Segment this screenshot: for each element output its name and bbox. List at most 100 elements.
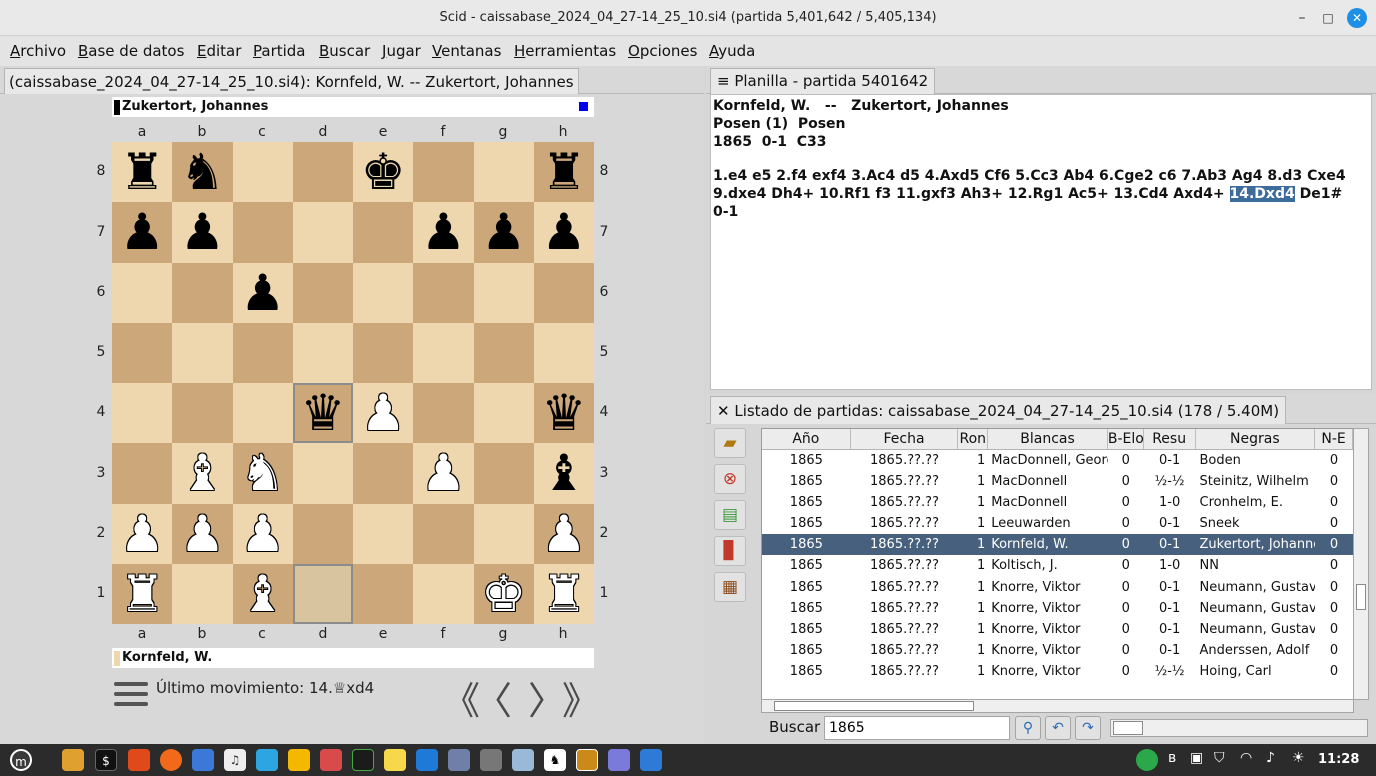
nav-prev-button[interactable]: 〈 (474, 670, 512, 725)
table-row[interactable]: 1865 1865.??.?? 1 MacDonnell 0 ½-½ Steinitz, W… (762, 471, 1353, 492)
moves-text[interactable]: 9.dxe4 Dh4+ 10.Rf1 f3 11.gxf3 Ah3+ 12.Rg… (713, 186, 1230, 202)
square-d6[interactable] (292, 262, 353, 323)
square-g3[interactable] (473, 443, 534, 504)
calculator-icon[interactable] (480, 749, 502, 771)
square-g5[interactable] (473, 322, 534, 383)
col-header-ne[interactable]: N-E (1315, 429, 1353, 449)
brightness-icon[interactable]: ☀ (1292, 750, 1305, 766)
scroll-thumb[interactable] (1356, 584, 1366, 610)
square-e2[interactable] (353, 503, 414, 564)
menu-ayuda[interactable]: Ayuda (709, 42, 755, 60)
square-d1[interactable] (292, 563, 353, 624)
square-e7[interactable] (353, 202, 414, 263)
square-c4[interactable] (232, 383, 293, 444)
notes-icon[interactable] (384, 749, 406, 771)
square-d5[interactable] (292, 322, 353, 383)
square-c6[interactable]: ♟ (232, 262, 293, 323)
square-a6[interactable] (112, 262, 173, 323)
planilla-menu-icon[interactable]: ≡ (717, 72, 734, 90)
col-header-resu[interactable]: Resu (1144, 429, 1196, 449)
square-h3[interactable]: ♝ (533, 443, 594, 504)
square-h5[interactable] (533, 322, 594, 383)
square-c1[interactable]: ♝ (232, 563, 293, 624)
black-piece-g7[interactable]: ♟ (481, 207, 526, 257)
tab-board[interactable]: (caissabase_2024_04_27-14_25_10.si4): Ko… (4, 68, 579, 94)
square-b7[interactable]: ♟ (172, 202, 233, 263)
menu-base-de-datos[interactable]: Base de datos (78, 42, 184, 60)
white-piece-c2[interactable]: ♟ (240, 509, 285, 559)
minimize-button[interactable]: – (1292, 8, 1312, 28)
square-c3[interactable]: ♞ (232, 443, 293, 504)
menu-jugar[interactable]: Jugar (382, 42, 421, 60)
camera-icon[interactable] (448, 749, 470, 771)
square-f8[interactable] (413, 142, 474, 203)
close-button[interactable]: ✕ (1347, 8, 1367, 28)
tab-planilla[interactable]: ≡ Planilla - partida 5401642 (710, 68, 936, 94)
bluetooth-icon[interactable]: ʙ (1168, 750, 1176, 766)
square-e6[interactable] (353, 262, 414, 323)
square-e4[interactable]: ♟ (353, 383, 414, 444)
square-e1[interactable] (353, 563, 414, 624)
table-row[interactable]: 1865 1865.??.?? 1 Knorre, Viktor 0 ½-½ Hoing, … (762, 661, 1353, 682)
table-row[interactable]: 1865 1865.??.?? 1 Kornfeld, W. 0 0-1 Zukertort… (762, 534, 1353, 556)
maximize-button[interactable]: □ (1318, 8, 1338, 28)
slider-thumb[interactable] (1113, 721, 1143, 735)
volume-icon[interactable]: ♪ (1266, 750, 1275, 766)
board-menu-button[interactable] (114, 682, 148, 710)
white-piece-c3[interactable]: ♞ (240, 448, 285, 498)
table-row[interactable]: 1865 1865.??.?? 1 Knorre, Viktor 0 0-1 Neumann… (762, 619, 1353, 640)
square-f5[interactable] (413, 322, 474, 383)
table-row[interactable]: 1865 1865.??.?? 1 MacDonnell 0 1-0 Cronhelm, E… (762, 492, 1353, 513)
nav-end-button[interactable]: 》 (562, 670, 600, 725)
black-piece-h4[interactable]: ♛ (541, 388, 586, 438)
square-c7[interactable] (232, 202, 293, 263)
black-piece-b8[interactable]: ♞ (180, 147, 225, 197)
square-g2[interactable] (473, 503, 534, 564)
square-f4[interactable] (413, 383, 474, 444)
table-row[interactable]: 1865 1865.??.?? 1 MacDonnell, Georg 0 0-1 Bode… (762, 450, 1353, 471)
telegram-icon[interactable] (256, 749, 278, 771)
black-piece-f7[interactable]: ♟ (421, 207, 466, 257)
square-f7[interactable]: ♟ (413, 202, 474, 263)
search-next-button[interactable]: ↷ (1075, 716, 1101, 740)
vertical-scrollbar[interactable] (1353, 428, 1369, 700)
white-piece-a1[interactable]: ♜ (120, 569, 165, 619)
square-b3[interactable]: ♝ (172, 443, 233, 504)
music-icon[interactable]: ♫ (224, 749, 246, 771)
square-b8[interactable]: ♞ (172, 142, 233, 203)
col-header-negras[interactable]: Negras (1196, 429, 1316, 449)
square-f2[interactable] (413, 503, 474, 564)
square-d8[interactable] (292, 142, 353, 203)
square-g8[interactable] (473, 142, 534, 203)
square-c5[interactable] (232, 322, 293, 383)
square-f1[interactable] (413, 563, 474, 624)
layout-button[interactable]: ▤ (714, 500, 746, 530)
square-a2[interactable]: ♟ (112, 503, 173, 564)
game-notation-panel[interactable]: Kornfeld, W. -- Zukertort, Johannes Pose… (710, 94, 1372, 390)
square-a5[interactable] (112, 322, 173, 383)
system-monitor-icon[interactable] (352, 749, 374, 771)
chess-board[interactable]: ♜ ♞ ♚ ♜ ♟ ♟ ♟ ♟ ♟ ♟ ♛ ♟ ♛ ♝ ♞ ♟ ♝ ♟ ♟ ♟ ♟ ♜ ♝ ♚ ♜ (112, 142, 594, 624)
horizontal-scrollbar[interactable] (761, 699, 1354, 713)
square-a3[interactable] (112, 443, 173, 504)
square-h8[interactable]: ♜ (533, 142, 594, 203)
square-d2[interactable] (292, 503, 353, 564)
filter-button[interactable]: ⊗ (714, 464, 746, 494)
square-g7[interactable]: ♟ (473, 202, 534, 263)
menu-archivo[interactable]: Archivo (10, 42, 66, 60)
square-b6[interactable] (172, 262, 233, 323)
clipboard-icon[interactable]: ▣ (1190, 750, 1203, 766)
col-header-ron[interactable]: Ron (958, 429, 989, 449)
table-row[interactable]: 1865 1865.??.?? 1 Knorre, Viktor 0 0-1 Neumann… (762, 598, 1353, 619)
white-piece-g1[interactable]: ♚ (481, 569, 526, 619)
square-g1[interactable]: ♚ (473, 563, 534, 624)
moves-line[interactable]: 9.dxe4 Dh4+ 10.Rf1 f3 11.gxf3 Ah3+ 12.Rg… (713, 185, 1369, 203)
moves-line[interactable]: 1.e4 e5 2.f4 exf4 3.Ac4 d5 4.Axd5 Cf6 5.… (713, 167, 1369, 185)
network-icon[interactable]: ◠ (1240, 750, 1252, 766)
browser-icon[interactable] (192, 749, 214, 771)
square-f6[interactable] (413, 262, 474, 323)
col-header-belo[interactable]: B-Elo (1108, 429, 1144, 449)
square-h4[interactable]: ♛ (533, 383, 594, 444)
square-d3[interactable] (292, 443, 353, 504)
text-editor-icon[interactable] (608, 749, 630, 771)
